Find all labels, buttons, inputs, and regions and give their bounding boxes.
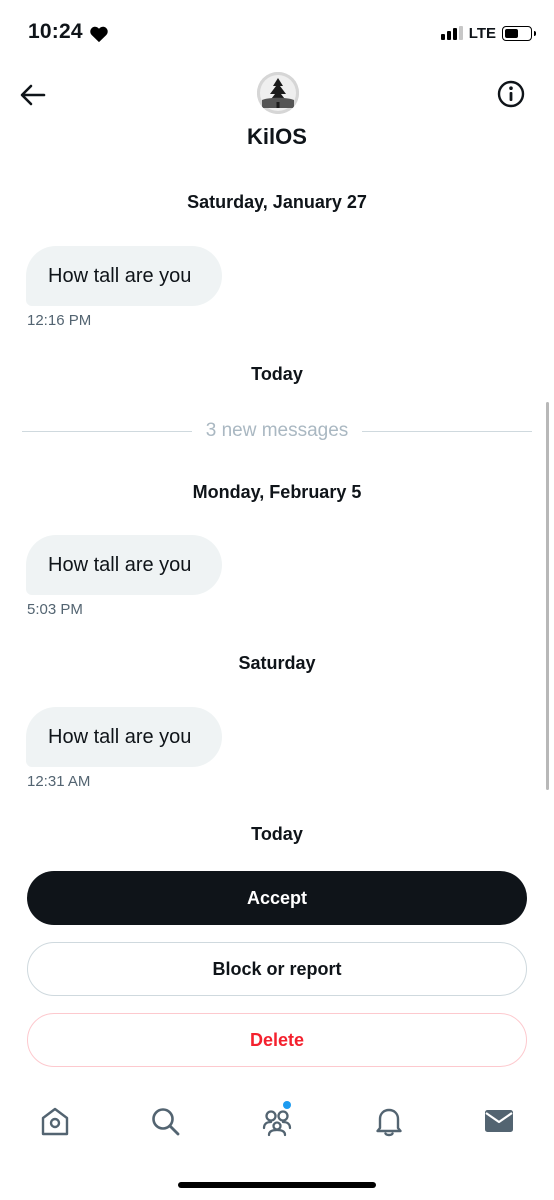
search-icon[interactable] xyxy=(148,1104,182,1138)
divider-line xyxy=(362,430,533,432)
date-separator: Saturday, January 27 xyxy=(187,192,367,212)
new-messages-divider: 3 new messages xyxy=(22,418,533,444)
accept-button[interactable]: Accept xyxy=(27,871,527,925)
status-indicators: LTE xyxy=(440,22,536,44)
conversation-name[interactable]: KilOS xyxy=(0,124,554,150)
date-separator: Saturday xyxy=(238,653,316,673)
info-icon[interactable] xyxy=(496,79,526,109)
signal-icon xyxy=(440,26,463,40)
heart-icon xyxy=(90,26,108,43)
message-timestamp: 5:03 PM xyxy=(27,601,83,618)
message-bubble[interactable]: How tall are you xyxy=(26,535,222,595)
home-icon[interactable] xyxy=(38,1104,72,1138)
battery-icon xyxy=(502,25,536,41)
message-text: How tall are you xyxy=(48,553,192,576)
back-arrow-icon[interactable] xyxy=(18,80,48,110)
block-or-report-button[interactable]: Block or report xyxy=(27,942,527,996)
date-separator: Monday, February 5 xyxy=(192,482,362,502)
date-separator: Today xyxy=(251,824,303,844)
avatar[interactable] xyxy=(257,72,299,114)
communities-notification-dot xyxy=(283,1101,291,1109)
delete-button[interactable]: Delete xyxy=(27,1013,527,1067)
home-indicator[interactable] xyxy=(178,1182,376,1188)
message-timestamp: 12:31 AM xyxy=(27,773,91,790)
messages-envelope-icon[interactable] xyxy=(482,1104,516,1138)
message-timestamp: 12:16 PM xyxy=(27,312,92,329)
scrollbar[interactable] xyxy=(546,402,549,790)
communities-icon[interactable] xyxy=(260,1104,294,1138)
notifications-bell-icon[interactable] xyxy=(372,1104,406,1138)
date-separator: Today xyxy=(251,364,303,384)
avatar-image xyxy=(257,72,299,114)
message-bubble[interactable]: How tall are you xyxy=(26,246,222,306)
message-text: How tall are you xyxy=(48,264,192,287)
message-text: How tall are you xyxy=(48,725,192,748)
message-bubble[interactable]: How tall are you xyxy=(26,707,222,767)
new-messages-label: 3 new messages xyxy=(205,420,349,441)
status-time: 10:24 xyxy=(28,20,83,43)
dm-request-screen: 10:24 LTE KilOS Saturday, January 27 How… xyxy=(0,0,554,1200)
divider-line xyxy=(22,430,192,432)
network-label: LTE xyxy=(468,24,496,42)
